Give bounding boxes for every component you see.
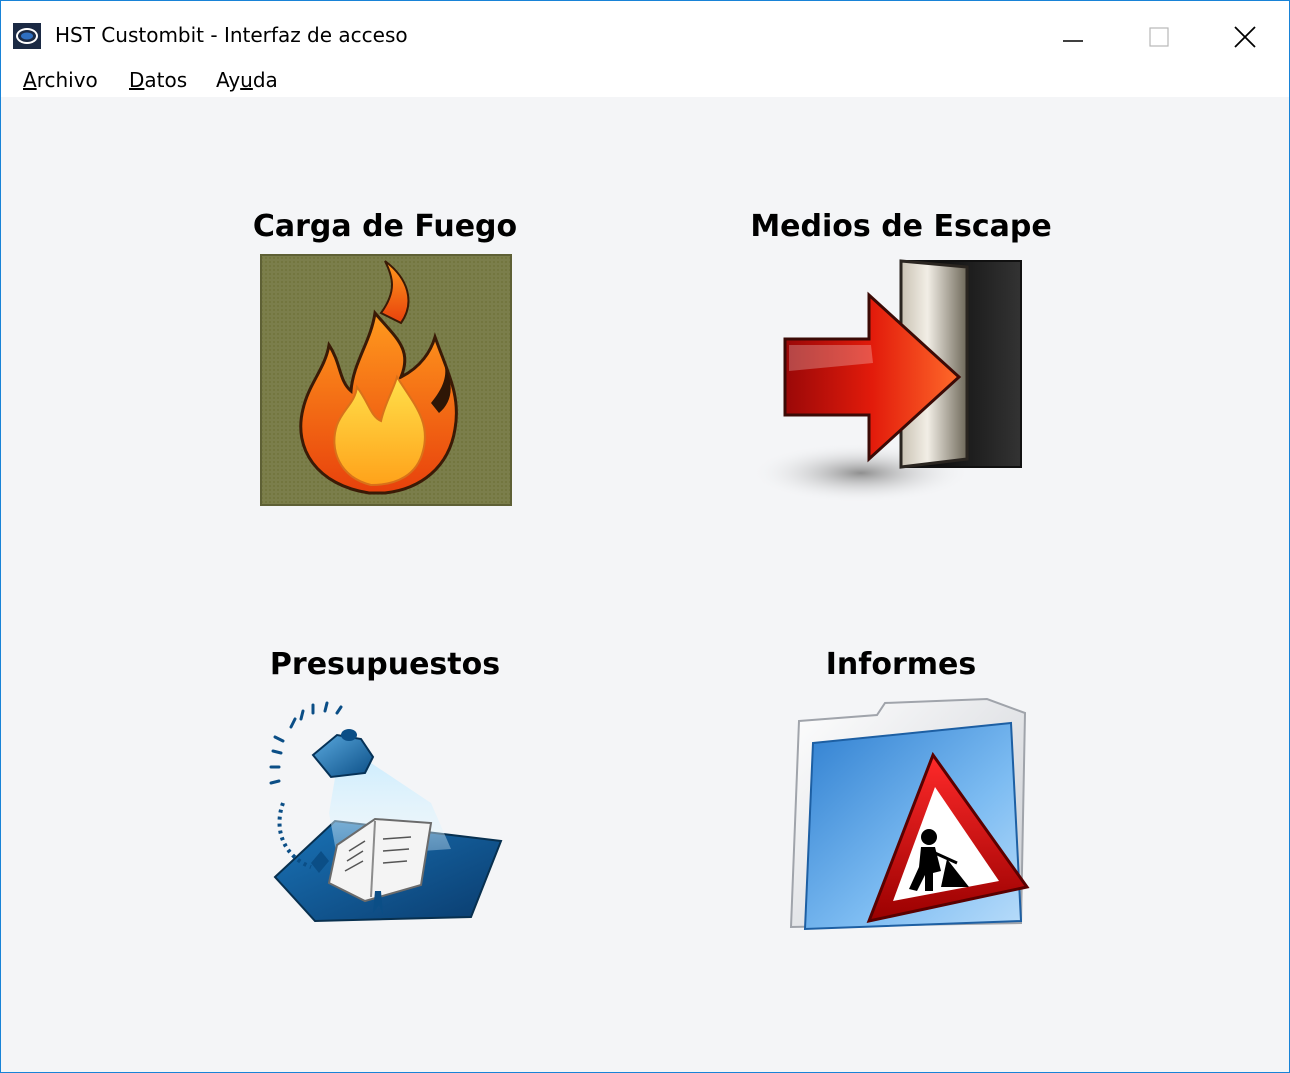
tile-label: Presupuestos xyxy=(269,647,501,682)
title-bar[interactable]: HST Custombit - Interfaz de acceso xyxy=(1,1,1289,65)
tile-label: Carga de Fuego xyxy=(252,209,518,244)
minimize-button[interactable] xyxy=(1027,11,1119,63)
tile-informes[interactable]: Informes xyxy=(721,647,1081,947)
minimize-icon xyxy=(1063,40,1083,42)
menu-ayuda[interactable]: Ayuda xyxy=(216,68,278,92)
tile-label: Medios de Escape xyxy=(750,209,1052,244)
app-window: HST Custombit - Interfaz de acceso Archi… xyxy=(0,0,1290,1073)
main-panel: Carga de Fuego Medios de Escape Presupue… xyxy=(1,97,1289,1072)
menu-datos-rest: atos xyxy=(144,68,188,92)
menu-bar: Archivo Datos Ayuda xyxy=(1,65,1289,97)
maximize-button[interactable] xyxy=(1113,11,1205,63)
close-icon xyxy=(1234,26,1256,48)
app-logo-icon xyxy=(13,23,41,49)
close-button[interactable] xyxy=(1199,11,1289,63)
maximize-icon xyxy=(1149,27,1169,47)
menu-datos[interactable]: Datos xyxy=(129,68,187,92)
flame-icon[interactable] xyxy=(225,253,545,509)
menu-ayuda-accel: u xyxy=(240,68,253,92)
folder-warning-icon[interactable] xyxy=(721,691,1081,947)
tile-presupuestos[interactable]: Presupuestos xyxy=(225,647,545,947)
menu-archivo-accel: A xyxy=(23,68,37,92)
tile-carga-de-fuego[interactable]: Carga de Fuego xyxy=(225,209,545,509)
menu-ayuda-pre: Ay xyxy=(216,68,241,92)
menu-datos-accel: D xyxy=(129,68,145,92)
lamp-book-icon[interactable] xyxy=(225,691,545,947)
menu-archivo-rest: rchivo xyxy=(36,68,98,92)
menu-archivo[interactable]: Archivo xyxy=(23,68,98,92)
menu-ayuda-rest: da xyxy=(252,68,278,92)
tile-medios-de-escape[interactable]: Medios de Escape xyxy=(721,209,1081,509)
window-title: HST Custombit - Interfaz de acceso xyxy=(55,23,408,47)
tile-label: Informes xyxy=(825,647,977,682)
exit-door-icon[interactable] xyxy=(721,253,1081,509)
